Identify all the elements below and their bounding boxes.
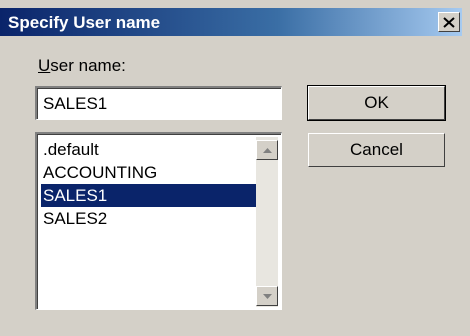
ok-button[interactable]: OK bbox=[307, 85, 446, 121]
chevron-up-icon bbox=[262, 147, 272, 153]
list-item[interactable]: .default bbox=[41, 138, 256, 161]
scroll-up-button[interactable] bbox=[256, 140, 278, 160]
list-item[interactable]: SALES2 bbox=[41, 207, 256, 230]
close-button[interactable] bbox=[438, 12, 460, 32]
chevron-down-icon bbox=[262, 293, 272, 299]
specify-user-dialog: Specify User name User name: SALES1 .def… bbox=[0, 0, 470, 336]
scroll-down-button[interactable] bbox=[256, 286, 278, 306]
list-item[interactable]: ACCOUNTING bbox=[41, 161, 256, 184]
title-bar[interactable]: Specify User name bbox=[0, 8, 462, 36]
list-item-selected[interactable]: SALES1 bbox=[41, 184, 256, 207]
list-scrollbar[interactable] bbox=[256, 137, 278, 307]
window-title: Specify User name bbox=[8, 13, 161, 32]
cancel-button[interactable]: Cancel bbox=[308, 133, 445, 167]
user-name-label: User name: bbox=[38, 56, 126, 75]
user-name-input[interactable]: SALES1 bbox=[35, 86, 282, 120]
user-list[interactable]: .default ACCOUNTING SALES1 SALES2 bbox=[35, 132, 282, 310]
close-icon bbox=[443, 16, 455, 28]
